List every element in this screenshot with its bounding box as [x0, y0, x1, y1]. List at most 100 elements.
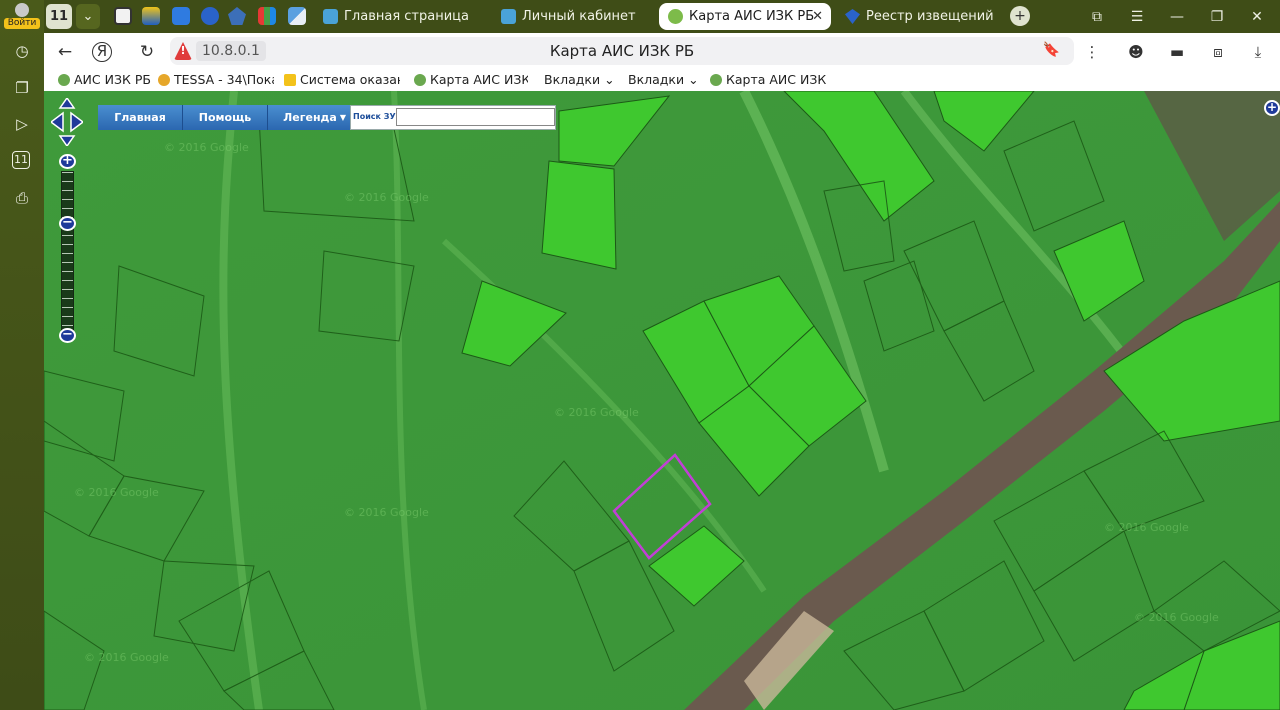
- yandex-logo-icon[interactable]: Я: [92, 42, 112, 62]
- extension-hat-icon[interactable]: ▬: [1166, 41, 1188, 63]
- bookmark-label: АИС ИЗК РБ: [74, 72, 151, 87]
- address-field[interactable]: ! 10.8.0.1 Карта АИС ИЗК РБ 🔖: [170, 37, 1074, 65]
- bookmark-item[interactable]: Карта АИС ИЗК Р: [710, 71, 826, 89]
- tessa-icon: [158, 74, 170, 86]
- address-toolbar: ← Я ↻ ! 10.8.0.1 Карта АИС ИЗК РБ 🔖 ⋮ ☻ …: [44, 33, 1280, 69]
- tab-map[interactable]: Карта АИС ИЗК РБ ✕: [659, 3, 831, 30]
- tabs-overview-button[interactable]: 11: [46, 4, 72, 29]
- bookmark-label: Карта АИС ИЗК Р: [430, 72, 528, 87]
- tab-title: Личный кабинет: [522, 9, 636, 24]
- play-icon[interactable]: ▷: [12, 114, 32, 134]
- bookmarks-manager-icon[interactable]: ⧉: [1086, 6, 1108, 28]
- bookmark-folder[interactable]: Вкладки ⌄: [628, 71, 698, 89]
- tab-cabinet[interactable]: Личный кабинет: [492, 3, 652, 30]
- downloads-icon[interactable]: ⤓: [1247, 41, 1269, 63]
- tab-favicon-icon: [501, 9, 516, 24]
- folder-icon: [284, 74, 296, 86]
- zoom-in-button[interactable]: +: [59, 154, 76, 169]
- menu-legend-button[interactable]: Легенда ▼: [268, 105, 353, 130]
- pinned-tab-6-icon[interactable]: [258, 7, 276, 25]
- bookmark-label: Карта АИС ИЗК Р: [726, 72, 826, 87]
- login-button[interactable]: Войти: [4, 3, 40, 31]
- watermark-text: © 2016 Google: [344, 191, 429, 204]
- bookmark-item[interactable]: Карта АИС ИЗК Р: [414, 71, 528, 89]
- globe-icon: [710, 74, 722, 86]
- restore-icon[interactable]: ❐: [1206, 6, 1228, 28]
- watermark-text: © 2016 Google: [554, 406, 639, 419]
- bookmarks-bar: АИС ИЗК РБ TESSA - 34\Показ Система оказ…: [44, 69, 1280, 91]
- bookmark-label: TESSA - 34\Показ: [174, 72, 274, 87]
- bookmark-icon[interactable]: 🔖: [1043, 42, 1060, 58]
- menu-home-button[interactable]: Главная: [98, 105, 183, 130]
- watermark-text: © 2016 Google: [74, 486, 159, 499]
- collections-icon[interactable]: ❐: [12, 78, 32, 98]
- search-label: Поиск ЗУ: [353, 112, 396, 121]
- zoom-control: + − −: [59, 154, 76, 344]
- parcel-search: Поиск ЗУ: [350, 105, 556, 130]
- pinned-tab-1-icon[interactable]: [114, 7, 132, 25]
- watermark-text: © 2016 Google: [84, 651, 169, 664]
- globe-icon: [668, 9, 683, 24]
- login-label: Войти: [4, 18, 40, 29]
- user-avatar-icon: [15, 3, 29, 17]
- legend-label: Легенда: [283, 111, 337, 124]
- tab-home[interactable]: Главная страница: [314, 3, 484, 30]
- menu-icon[interactable]: ☰: [1126, 6, 1148, 28]
- tab-title: Главная страница: [344, 9, 469, 24]
- pinned-tab-7-icon[interactable]: [288, 7, 306, 25]
- bookmark-folder[interactable]: Вкладки ⌄: [544, 71, 614, 89]
- pan-control[interactable]: [51, 98, 83, 146]
- chevron-down-icon: ⌄: [688, 72, 698, 87]
- tab-title: Реестр извещений: [866, 9, 994, 24]
- reload-icon[interactable]: ↻: [134, 39, 160, 65]
- watermark-text: © 2016 Google: [164, 141, 249, 154]
- browser-sidebar: Войти ◷ ❐ ▷ 11 ⎙: [0, 0, 44, 710]
- screenshot-icon[interactable]: ⎙: [12, 188, 32, 208]
- pan-right-icon: [70, 111, 83, 133]
- dropdown-caret-icon: ▼: [339, 113, 346, 122]
- bookmark-item[interactable]: Система оказани: [284, 71, 400, 89]
- pinned-mail-icon[interactable]: [172, 7, 190, 25]
- zoom-out-button[interactable]: −: [59, 328, 76, 343]
- pinned-tab-4-icon[interactable]: [201, 7, 219, 25]
- back-arrow-icon[interactable]: ←: [52, 39, 78, 65]
- chevron-down-icon: ⌄: [604, 72, 614, 87]
- tab-title: Карта АИС ИЗК РБ: [689, 9, 815, 24]
- map-viewport[interactable]: © 2016 Google © 2016 Google © 2016 Googl…: [44, 91, 1280, 710]
- watermark-text: © 2016 Google: [1134, 611, 1219, 624]
- pan-down-icon: [58, 135, 76, 146]
- menu-help-button[interactable]: Помощь: [183, 105, 268, 130]
- history-icon[interactable]: ◷: [12, 41, 32, 61]
- watermark-text: © 2016 Google: [1104, 521, 1189, 534]
- page-title: Карта АИС ИЗК РБ: [549, 42, 695, 60]
- new-tab-button[interactable]: +: [1010, 6, 1030, 26]
- collections-toolbar-icon[interactable]: ⧈: [1207, 41, 1229, 63]
- satellite-map-layer[interactable]: © 2016 Google © 2016 Google © 2016 Googl…: [44, 91, 1280, 710]
- layer-add-button[interactable]: +: [1264, 100, 1280, 116]
- pan-left-icon: [51, 111, 64, 133]
- close-tab-icon[interactable]: ✕: [812, 3, 823, 30]
- close-window-icon[interactable]: ✕: [1246, 6, 1268, 28]
- parcel-search-input[interactable]: [396, 108, 555, 126]
- extension-person-icon[interactable]: ☻: [1125, 41, 1147, 63]
- watermark-text: © 2016 Google: [344, 506, 429, 519]
- bookmark-item[interactable]: TESSA - 34\Показ: [158, 71, 274, 89]
- globe-icon: [58, 74, 70, 86]
- bookmark-label: Вкладки: [544, 72, 601, 87]
- zoom-handle[interactable]: −: [59, 216, 76, 231]
- tab-favicon-icon: [845, 9, 860, 24]
- pan-up-icon: [58, 98, 76, 109]
- pinned-tab-2-icon[interactable]: [142, 7, 160, 25]
- globe-icon: [414, 74, 426, 86]
- minimize-icon[interactable]: —: [1166, 6, 1188, 28]
- tab-count-icon[interactable]: 11: [12, 151, 30, 169]
- pinned-emblem-icon[interactable]: [228, 7, 246, 25]
- bookmark-label: Вкладки: [628, 72, 685, 87]
- bookmark-label: Система оказани: [300, 72, 400, 87]
- tabs-menu-chevron-icon[interactable]: ⌄: [76, 4, 100, 29]
- bookmark-item[interactable]: АИС ИЗК РБ: [58, 71, 158, 89]
- zoom-slider[interactable]: [61, 171, 74, 331]
- more-vertical-icon[interactable]: ⋮: [1081, 41, 1103, 63]
- tab-favicon-icon: [323, 9, 338, 24]
- tab-registry[interactable]: Реестр извещений: [836, 3, 1006, 30]
